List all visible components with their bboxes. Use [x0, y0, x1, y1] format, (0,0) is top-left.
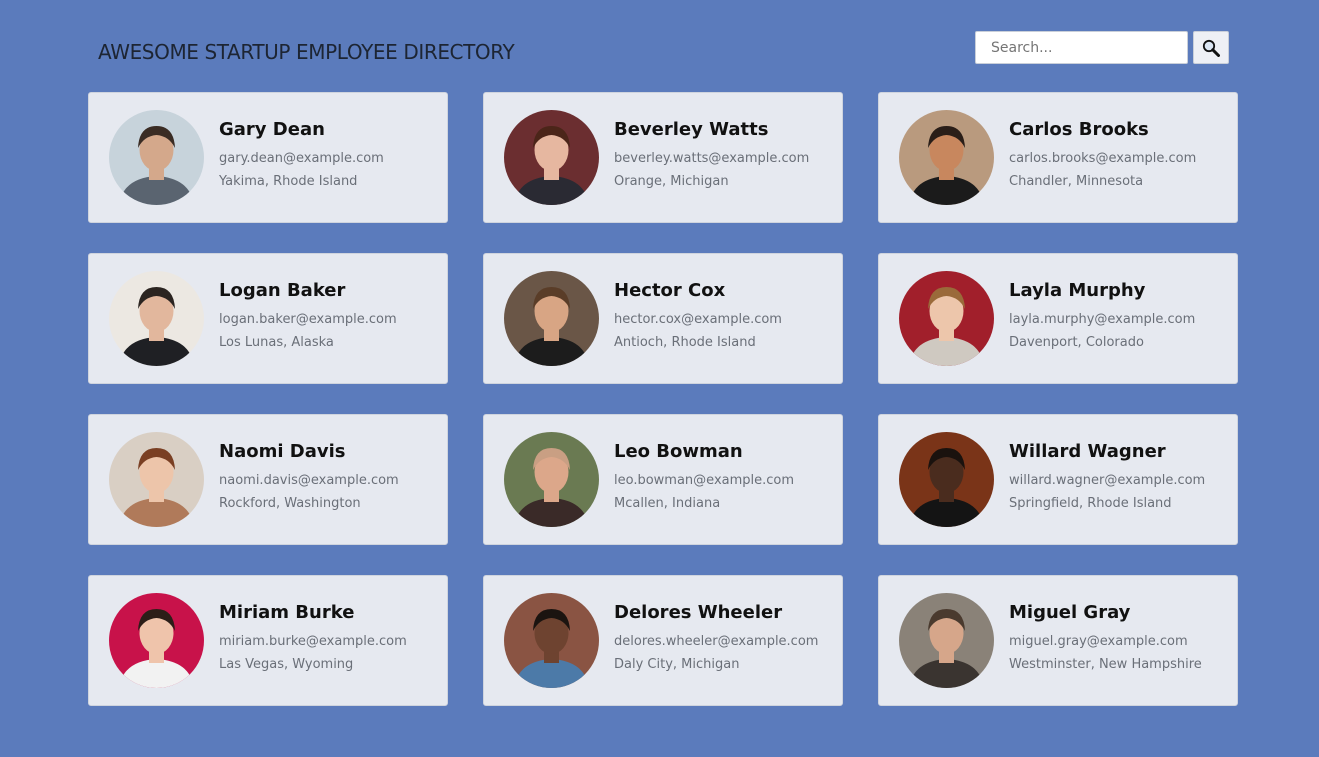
employee-email: miriam.burke@example.com [219, 633, 407, 649]
employee-name: Layla Murphy [1009, 279, 1146, 301]
employee-email: leo.bowman@example.com [614, 472, 795, 488]
employee-card[interactable]: Delores Wheeler delores.wheeler@example.c… [483, 575, 843, 706]
employee-email: naomi.davis@example.com [219, 472, 399, 488]
magnifier-icon [1202, 39, 1220, 57]
employee-card[interactable]: Carlos Brooks carlos.brooks@example.com Ch… [878, 92, 1238, 223]
employee-location: Orange, Michigan [614, 173, 729, 189]
employee-info: Delores Wheeler delores.wheeler@example.c… [614, 602, 818, 676]
employee-avatar [504, 271, 599, 366]
employee-info: Miriam Burke miriam.burke@example.com Las … [219, 602, 407, 676]
employee-email: hector.cox@example.com [614, 311, 782, 327]
employee-location: Mcallen, Indiana [614, 495, 721, 511]
employee-info: Layla Murphy layla.murphy@example.com Dave… [1009, 280, 1195, 354]
employee-info: Miguel Gray miguel.gray@example.com Westmi… [1009, 602, 1202, 676]
employee-avatar [899, 110, 994, 205]
search-button[interactable] [1193, 31, 1229, 64]
employee-email: beverley.watts@example.com [614, 150, 810, 166]
employee-card[interactable]: Miriam Burke miriam.burke@example.com Las … [88, 575, 448, 706]
employee-name: Beverley Watts [614, 118, 769, 140]
employee-location: Springfield, Rhode Island [1009, 495, 1172, 511]
search-form [975, 31, 1229, 64]
employee-email: layla.murphy@example.com [1009, 311, 1196, 327]
employee-card[interactable]: Layla Murphy layla.murphy@example.com Dave… [878, 253, 1238, 384]
employee-avatar [109, 432, 204, 527]
employee-location: Antioch, Rhode Island [614, 334, 756, 350]
employee-name: Hector Cox [614, 279, 726, 301]
employee-card[interactable]: Naomi Davis naomi.davis@example.com Rockfo… [88, 414, 448, 545]
employee-avatar [504, 432, 599, 527]
employee-location: Chandler, Minnesota [1009, 173, 1144, 189]
employee-name: Leo Bowman [614, 440, 743, 462]
employee-info: Gary Dean gary.dean@example.com Yakima, Rh… [219, 119, 384, 193]
employee-info: Leo Bowman leo.bowman@example.com Mcallen,… [614, 441, 794, 515]
employee-grid: Gary Dean gary.dean@example.com Yakima, Rh… [88, 92, 1238, 706]
employee-avatar [504, 110, 599, 205]
employee-email: miguel.gray@example.com [1009, 633, 1188, 649]
employee-card[interactable]: Beverley Watts beverley.watts@example.com… [483, 92, 843, 223]
employee-card[interactable]: Hector Cox hector.cox@example.com Antioch,… [483, 253, 843, 384]
employee-location: Westminster, New Hampshire [1009, 656, 1202, 672]
employee-name: Gary Dean [219, 118, 325, 140]
employee-name: Delores Wheeler [614, 601, 783, 623]
employee-location: Daly City, Michigan [614, 656, 740, 672]
employee-name: Logan Baker [219, 279, 346, 301]
employee-location: Rockford, Washington [219, 495, 361, 511]
employee-name: Carlos Brooks [1009, 118, 1149, 140]
employee-email: carlos.brooks@example.com [1009, 150, 1197, 166]
employee-info: Beverley Watts beverley.watts@example.com… [614, 119, 809, 193]
employee-info: Carlos Brooks carlos.brooks@example.com Ch… [1009, 119, 1196, 193]
employee-email: logan.baker@example.com [219, 311, 397, 327]
employee-avatar [109, 593, 204, 688]
employee-info: Logan Baker logan.baker@example.com Los Lu… [219, 280, 397, 354]
employee-location: Yakima, Rhode Island [219, 173, 358, 189]
page-title: AWESOME STARTUP EMPLOYEE DIRECTORY [98, 40, 515, 64]
employee-info: Willard Wagner willard.wagner@example.com… [1009, 441, 1205, 515]
employee-avatar [504, 593, 599, 688]
employee-name: Naomi Davis [219, 440, 346, 462]
employee-name: Miguel Gray [1009, 601, 1131, 623]
employee-email: delores.wheeler@example.com [614, 633, 819, 649]
employee-card[interactable]: Gary Dean gary.dean@example.com Yakima, Rh… [88, 92, 448, 223]
employee-name: Miriam Burke [219, 601, 355, 623]
employee-avatar [899, 271, 994, 366]
employee-location: Davenport, Colorado [1009, 334, 1144, 350]
employee-avatar [109, 110, 204, 205]
employee-card[interactable]: Logan Baker logan.baker@example.com Los Lu… [88, 253, 448, 384]
employee-card[interactable]: Willard Wagner willard.wagner@example.com… [878, 414, 1238, 545]
employee-info: Hector Cox hector.cox@example.com Antioch,… [614, 280, 782, 354]
employee-email: willard.wagner@example.com [1009, 472, 1206, 488]
employee-email: gary.dean@example.com [219, 150, 384, 166]
employee-avatar [899, 432, 994, 527]
employee-avatar [899, 593, 994, 688]
employee-location: Los Lunas, Alaska [219, 334, 334, 350]
employee-location: Las Vegas, Wyoming [219, 656, 354, 672]
employee-card[interactable]: Miguel Gray miguel.gray@example.com Westmi… [878, 575, 1238, 706]
employee-name: Willard Wagner [1009, 440, 1166, 462]
search-input[interactable] [975, 31, 1188, 64]
employee-card[interactable]: Leo Bowman leo.bowman@example.com Mcallen,… [483, 414, 843, 545]
employee-avatar [109, 271, 204, 366]
employee-info: Naomi Davis naomi.davis@example.com Rockfo… [219, 441, 399, 515]
